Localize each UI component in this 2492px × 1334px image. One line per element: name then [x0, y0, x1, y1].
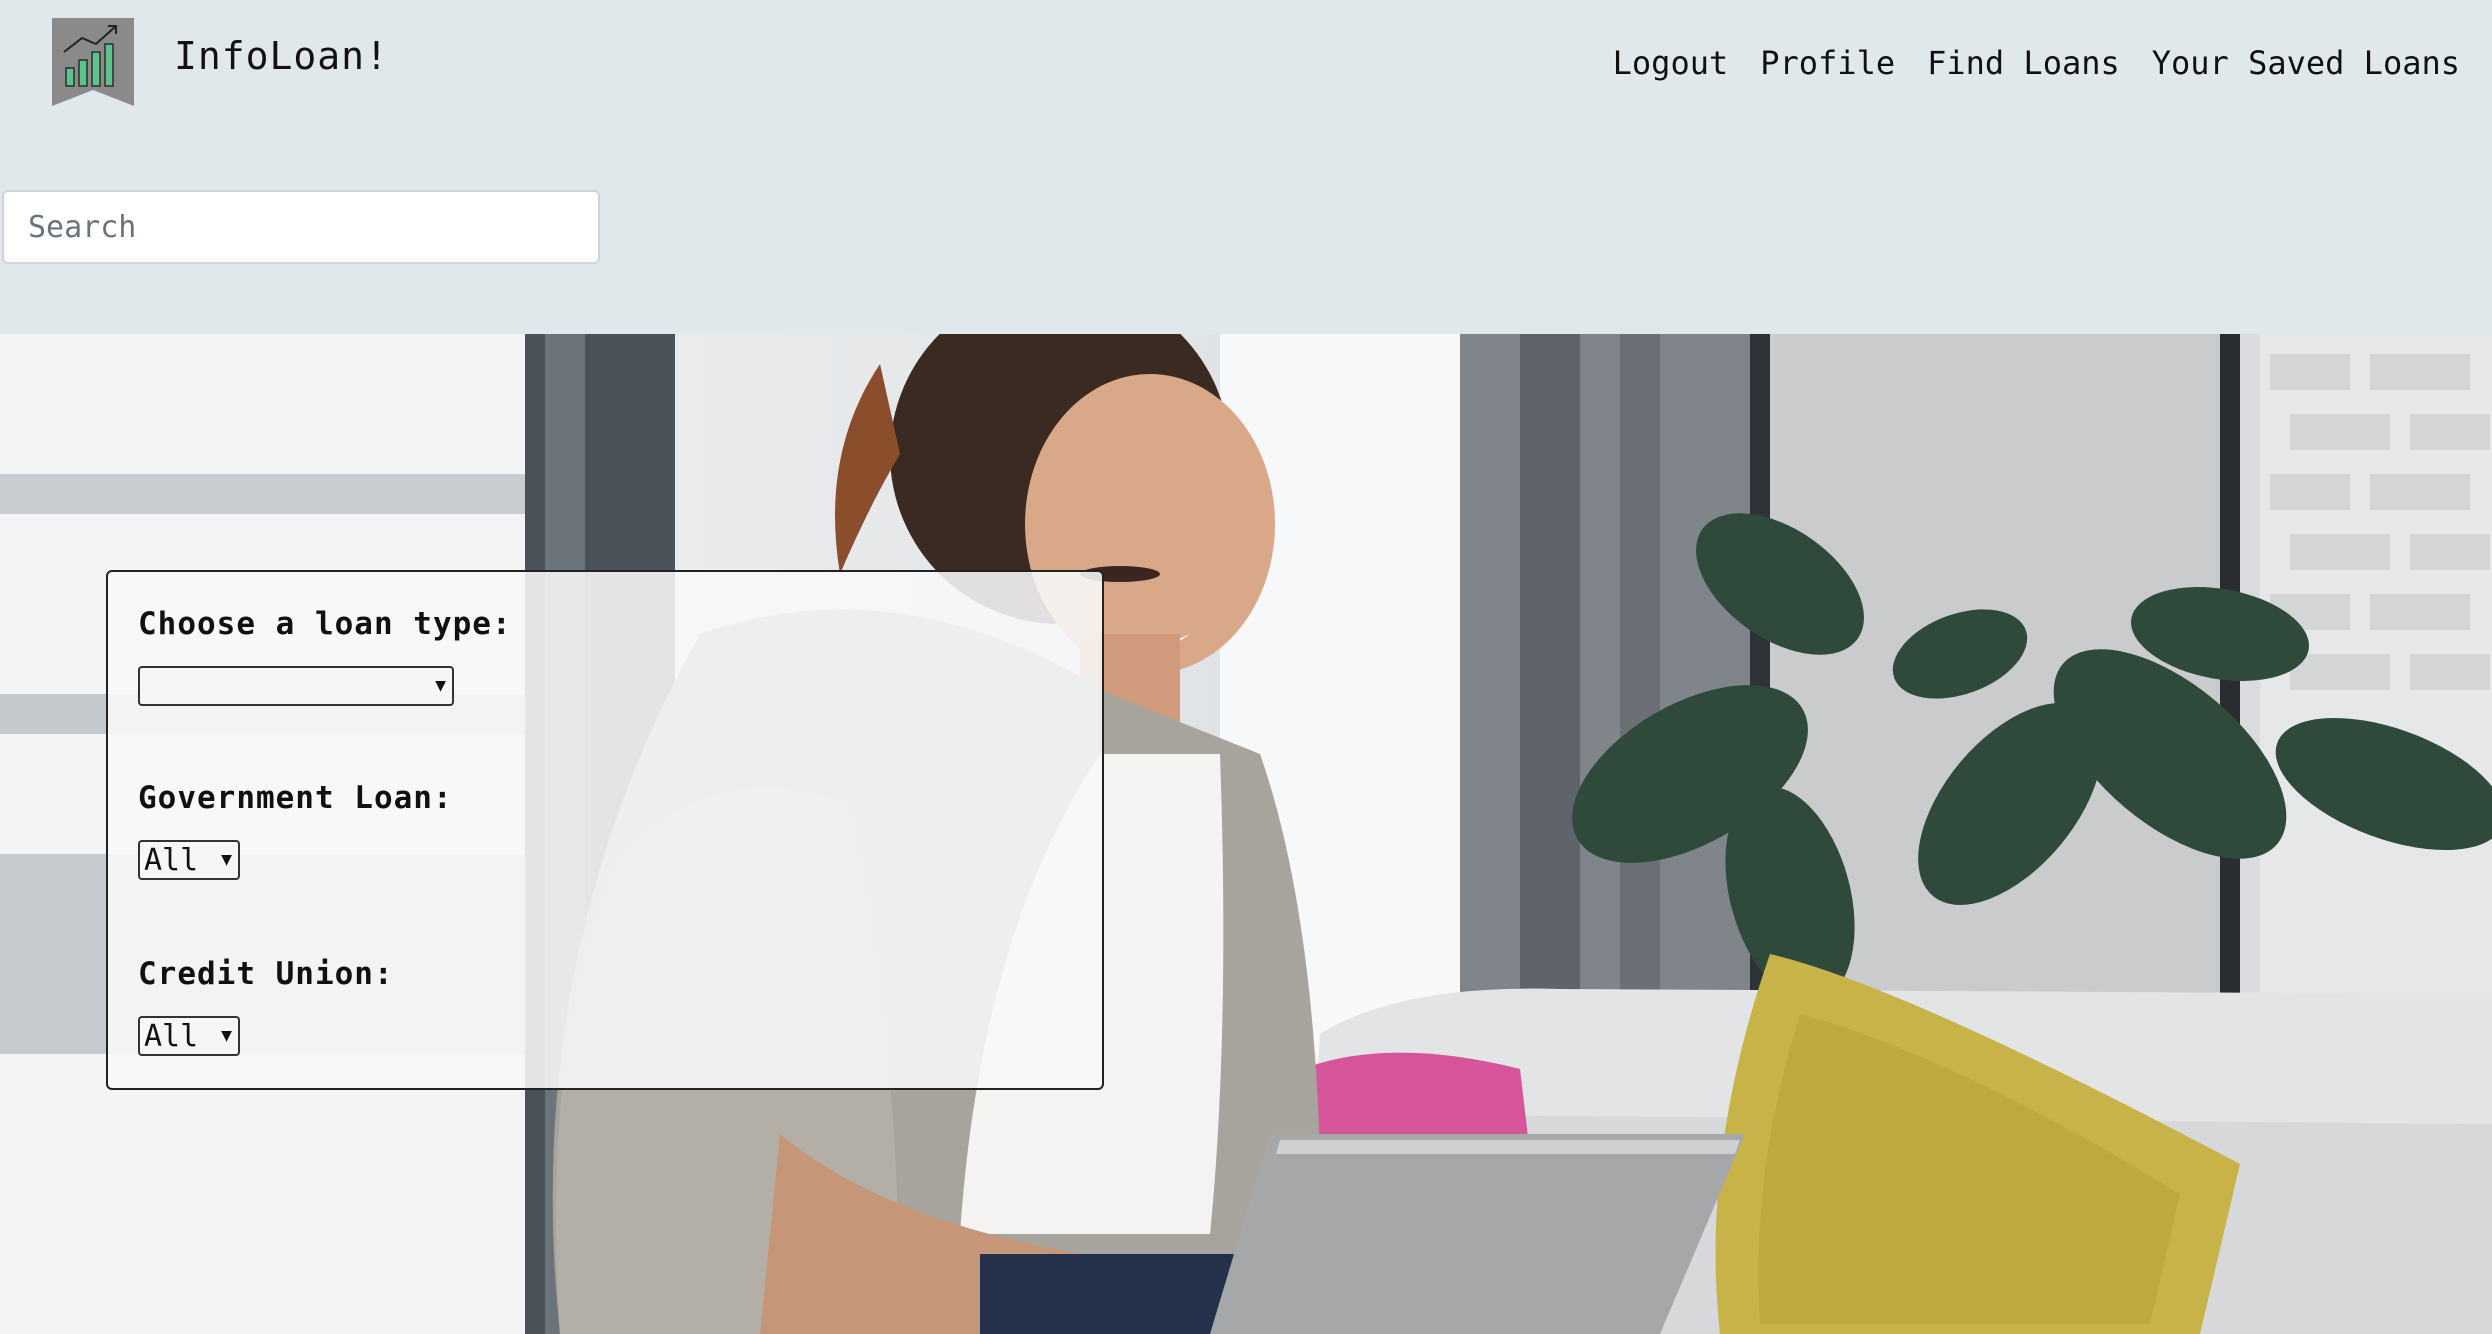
credit-union-select[interactable]: All ▼: [138, 1016, 240, 1056]
loan-type-select[interactable]: ▼: [138, 666, 454, 706]
chevron-down-icon: ▼: [221, 849, 232, 870]
nav-find-loans[interactable]: Find Loans: [1927, 44, 2120, 82]
chevron-down-icon: ▼: [435, 675, 446, 696]
credit-union-label: Credit Union:: [138, 956, 394, 992]
government-loan-value: All: [144, 842, 199, 878]
chart-growth-icon[interactable]: [52, 18, 134, 108]
hero-image: Choose a loan type: ▼ Government Loan: A…: [0, 334, 2492, 1334]
top-header: InfoLoan! Logout Profile Find Loans Your…: [0, 0, 2492, 334]
loan-type-label: Choose a loan type:: [138, 606, 512, 642]
nav-saved-loans[interactable]: Your Saved Loans: [2152, 44, 2460, 82]
nav-logout[interactable]: Logout: [1613, 44, 1729, 82]
government-loan-label: Government Loan:: [138, 780, 453, 816]
brand-name[interactable]: InfoLoan!: [174, 34, 389, 78]
main-nav: Logout Profile Find Loans Your Saved Loa…: [1613, 44, 2460, 82]
chevron-down-icon: ▼: [221, 1025, 232, 1046]
search-input[interactable]: [2, 190, 600, 264]
government-loan-select[interactable]: All ▼: [138, 840, 240, 880]
credit-union-value: All: [144, 1018, 199, 1054]
filter-panel: Choose a loan type: ▼ Government Loan: A…: [106, 570, 1104, 1090]
nav-profile[interactable]: Profile: [1760, 44, 1895, 82]
